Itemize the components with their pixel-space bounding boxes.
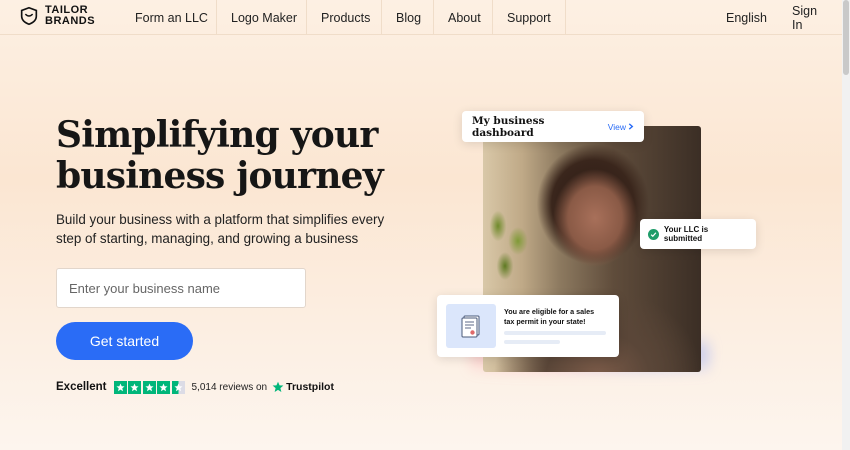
brand-name-line2: BRANDS bbox=[45, 15, 96, 27]
llc-status-text: Your LLC is submitted bbox=[663, 225, 709, 243]
plant-decoration bbox=[483, 196, 538, 306]
business-name-input[interactable] bbox=[56, 268, 306, 308]
review-count: 5,014 reviews on bbox=[191, 381, 268, 393]
rating-label: Excellent bbox=[56, 381, 107, 393]
hero-subcopy: Build your business with a platform that… bbox=[56, 212, 385, 246]
check-circle-icon bbox=[648, 228, 659, 240]
nav-item-logo-maker[interactable]: Logo Maker bbox=[216, 0, 311, 35]
dashboard-card: My business dashboard View bbox=[462, 111, 644, 142]
star-icon bbox=[113, 380, 127, 394]
placeholder-bar bbox=[504, 331, 606, 335]
rating-stars bbox=[113, 380, 185, 394]
get-started-button[interactable]: Get started bbox=[56, 322, 193, 360]
page-scrollbar[interactable] bbox=[842, 0, 850, 450]
llc-status-card: Your LLC is submitted bbox=[640, 219, 756, 249]
view-link-label: View bbox=[607, 121, 626, 132]
certificate-document-icon bbox=[461, 315, 480, 338]
sign-in-link[interactable]: Sign In bbox=[778, 0, 842, 35]
nav-item-blog[interactable]: Blog bbox=[381, 0, 435, 35]
language-selector[interactable]: English bbox=[712, 0, 781, 35]
tax-permit-message: You are eligible for a sales tax permit … bbox=[504, 307, 595, 326]
trustpilot-logo: Trustpilot bbox=[272, 381, 334, 393]
tax-permit-card: You are eligible for a sales tax permit … bbox=[437, 295, 619, 357]
chevron-right-icon bbox=[628, 123, 634, 130]
nav-item-form-llc[interactable]: Form an LLC bbox=[121, 0, 222, 35]
half-star-icon bbox=[171, 380, 185, 394]
logo-mark-icon bbox=[20, 6, 38, 26]
star-icon bbox=[128, 380, 141, 394]
view-dashboard-link[interactable]: View bbox=[608, 122, 634, 132]
trustpilot-label: Trustpilot bbox=[286, 381, 334, 393]
trustpilot-star-icon bbox=[272, 381, 284, 393]
top-nav: TAILOR BRANDS Form an LLC Logo Maker Pro… bbox=[0, 0, 842, 35]
brand-logo[interactable]: TAILOR BRANDS bbox=[18, 5, 95, 27]
star-icon bbox=[157, 380, 170, 394]
star-icon bbox=[142, 380, 156, 394]
nav-item-products[interactable]: Products bbox=[306, 0, 384, 35]
hero-headline: Simplifying your business journey bbox=[56, 114, 384, 197]
dashboard-title: My business dashboard bbox=[472, 114, 545, 139]
nav-item-support[interactable]: Support bbox=[492, 0, 566, 35]
trustpilot-rating[interactable]: Excellent 5,014 reviews on Trustpilot bbox=[56, 380, 334, 394]
nav-item-about[interactable]: About bbox=[433, 0, 495, 35]
placeholder-bar bbox=[504, 340, 560, 344]
document-icon-box bbox=[446, 304, 496, 348]
scrollbar-thumb[interactable] bbox=[843, 0, 849, 75]
